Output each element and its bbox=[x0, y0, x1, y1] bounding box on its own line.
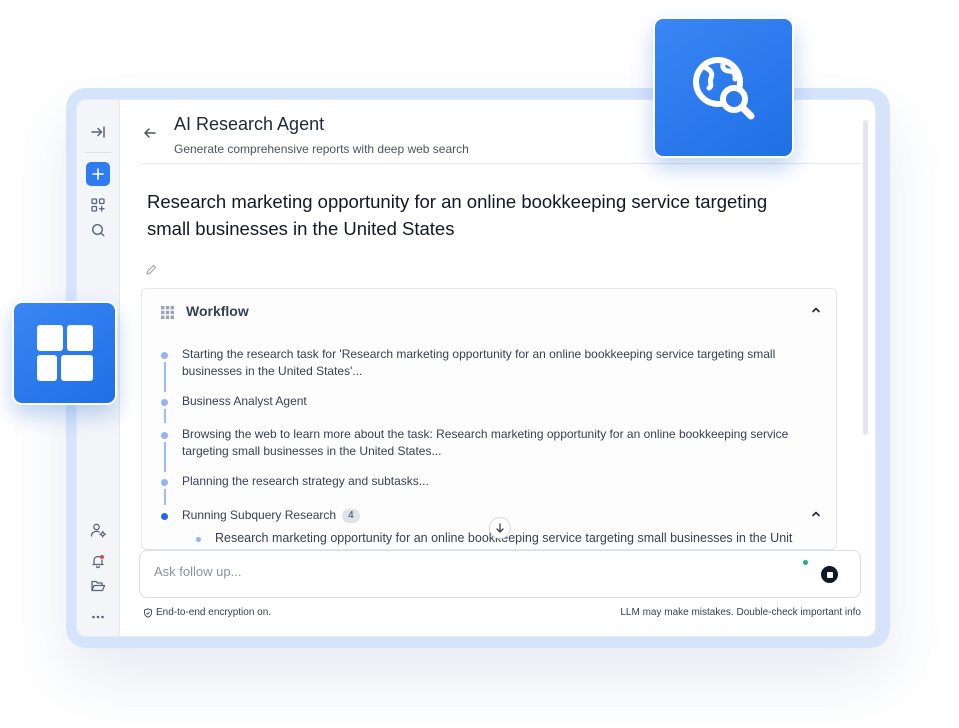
arrow-down-icon bbox=[496, 523, 504, 533]
step-dot bbox=[161, 352, 168, 359]
more-icon[interactable] bbox=[86, 605, 110, 629]
app-window: AI Research Agent Generate comprehensive… bbox=[76, 99, 876, 637]
follow-up-input[interactable] bbox=[154, 561, 754, 581]
step-dot-active bbox=[161, 513, 168, 520]
workflow-step: Planning the research strategy and subta… bbox=[182, 474, 429, 488]
page-subtitle: Generate comprehensive reports with deep… bbox=[174, 142, 469, 156]
dashboard-tile bbox=[12, 301, 117, 405]
apps-add-icon[interactable] bbox=[86, 193, 110, 217]
workflow-step: Starting the research task for 'Research… bbox=[182, 347, 776, 378]
encryption-text: End-to-end encryption on. bbox=[156, 607, 272, 618]
users-gear-icon[interactable] bbox=[86, 518, 110, 542]
stop-icon bbox=[826, 571, 833, 578]
sidebar-divider bbox=[85, 152, 111, 153]
step-connector bbox=[164, 489, 166, 505]
workflow-step: Business Analyst Agent bbox=[182, 394, 307, 408]
globe-search-icon bbox=[692, 56, 754, 119]
step-connector bbox=[164, 442, 166, 472]
chevron-up-icon[interactable] bbox=[810, 507, 822, 525]
follow-up-input-box bbox=[139, 550, 861, 598]
new-chat-button[interactable] bbox=[86, 162, 110, 186]
scroll-down-button[interactable] bbox=[489, 517, 511, 539]
workflow-substep: Research marketing opportunity for an on… bbox=[215, 531, 793, 545]
page-title: AI Research Agent bbox=[174, 114, 325, 134]
step-connector bbox=[164, 409, 166, 423]
stop-button[interactable] bbox=[821, 566, 838, 583]
workflow-step: Browsing the web to learn more about the… bbox=[182, 427, 789, 458]
grid-icon bbox=[161, 306, 174, 324]
disclaimer-text: LLM may make mistakes. Double-check impo… bbox=[620, 607, 861, 618]
scrollbar[interactable] bbox=[863, 120, 868, 435]
edit-icon[interactable] bbox=[145, 263, 157, 281]
web-search-tile bbox=[653, 17, 794, 158]
workflow-title: Workflow bbox=[186, 303, 249, 319]
chevron-up-icon[interactable] bbox=[810, 303, 822, 321]
status-indicator bbox=[803, 560, 808, 565]
subquery-count-badge: 4 bbox=[342, 509, 360, 523]
user-query: Research marketing opportunity for an on… bbox=[147, 191, 768, 239]
dashboard-grid-icon bbox=[36, 325, 93, 381]
step-connector bbox=[164, 362, 166, 392]
step-label: Running Subquery Research bbox=[182, 508, 337, 522]
search-icon[interactable] bbox=[86, 218, 110, 242]
back-arrow-icon[interactable] bbox=[141, 124, 159, 142]
step-dot bbox=[161, 432, 168, 439]
folder-open-icon[interactable] bbox=[86, 574, 110, 598]
substep-dot bbox=[196, 537, 201, 542]
bell-icon[interactable] bbox=[86, 549, 110, 573]
shield-check-icon bbox=[144, 607, 152, 618]
step-dot bbox=[161, 399, 168, 406]
collapse-right-icon[interactable] bbox=[86, 120, 110, 144]
header-divider bbox=[141, 163, 861, 164]
workflow-panel: Workflow Starting the research task for … bbox=[141, 288, 837, 550]
main-panel: AI Research Agent Generate comprehensive… bbox=[127, 100, 875, 636]
step-dot bbox=[161, 479, 168, 486]
encryption-note: End-to-end encryption on. bbox=[143, 607, 271, 618]
